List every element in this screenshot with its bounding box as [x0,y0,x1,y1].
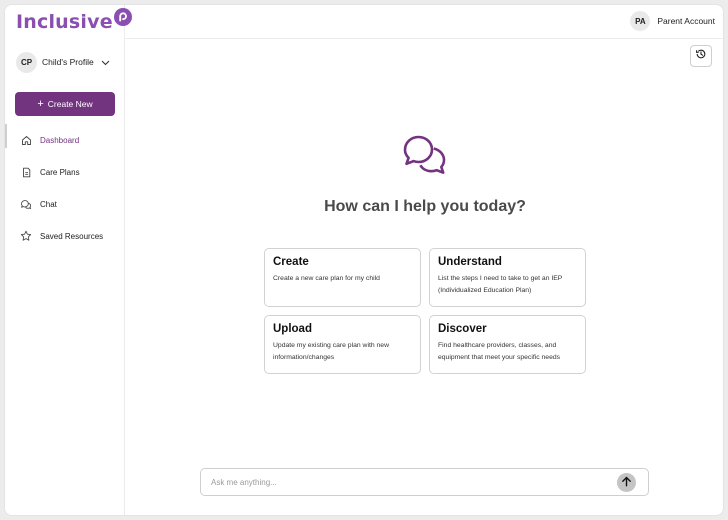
app-window: Inclusive CP Child's Profile + Create Ne… [4,4,724,516]
suggestion-card-discover[interactable]: Discover Find healthcare providers, clas… [429,315,586,374]
history-icon [695,47,707,65]
sidebar-item-label: Saved Resources [40,231,104,241]
history-button[interactable] [690,45,712,67]
account-label: Parent Account [657,16,715,26]
home-icon [20,134,32,146]
card-title: Create [273,256,309,268]
star-icon [20,230,32,242]
sidebar-item-label: Care Plans [40,167,80,177]
card-title: Understand [438,256,502,268]
card-description: Find healthcare providers, classes, and … [438,342,561,361]
sidebar-item-chat[interactable]: Chat [5,188,124,220]
card-description: List the steps I need to take to get an … [438,275,563,294]
logo[interactable]: Inclusive [16,8,132,33]
sidebar-item-dashboard[interactable]: Dashboard [5,124,124,156]
suggestion-card-understand[interactable]: Understand List the steps I need to take… [429,248,586,307]
card-description: Update my existing care plan with new in… [273,342,389,361]
child-avatar: CP [16,51,37,73]
page-title: How can I help you today? [324,198,526,215]
chat-input[interactable] [211,474,601,490]
arrow-up-icon [621,474,632,492]
card-title: Discover [438,323,487,335]
child-profile-label: Child's Profile [42,57,94,67]
top-bar: PA Parent Account [125,5,723,39]
suggestion-card-create[interactable]: Create Create a new care plan for my chi… [264,248,421,307]
account-menu[interactable]: PA Parent Account [630,11,715,31]
sidebar-item-label: Chat [40,199,57,209]
plus-icon: + [37,97,44,110]
sidebar: Inclusive CP Child's Profile + Create Ne… [5,5,132,515]
send-button[interactable] [617,473,636,492]
create-new-label: Create New [47,99,93,109]
child-profile-selector[interactable]: CP Child's Profile [16,51,116,73]
card-title: Upload [273,323,312,335]
sidebar-item-saved-resources[interactable]: Saved Resources [5,220,124,252]
chevron-down-icon [101,53,110,71]
account-avatar: PA [630,11,651,31]
sidebar-nav: Dashboard Care Plans Chat Saved Resource… [5,124,124,252]
chat-icon [20,198,32,210]
chat-bubbles-icon [401,133,449,184]
sidebar-item-care-plans[interactable]: Care Plans [5,156,124,188]
card-description: Create a new care plan for my child [273,275,380,282]
create-new-button[interactable]: + Create New [15,92,115,116]
suggestion-card-upload[interactable]: Upload Update my existing care plan with… [264,315,421,374]
document-icon [20,166,32,178]
logo-text: Inclusive [16,11,113,33]
chat-input-bar [200,468,649,496]
sidebar-item-label: Dashboard [40,135,80,145]
